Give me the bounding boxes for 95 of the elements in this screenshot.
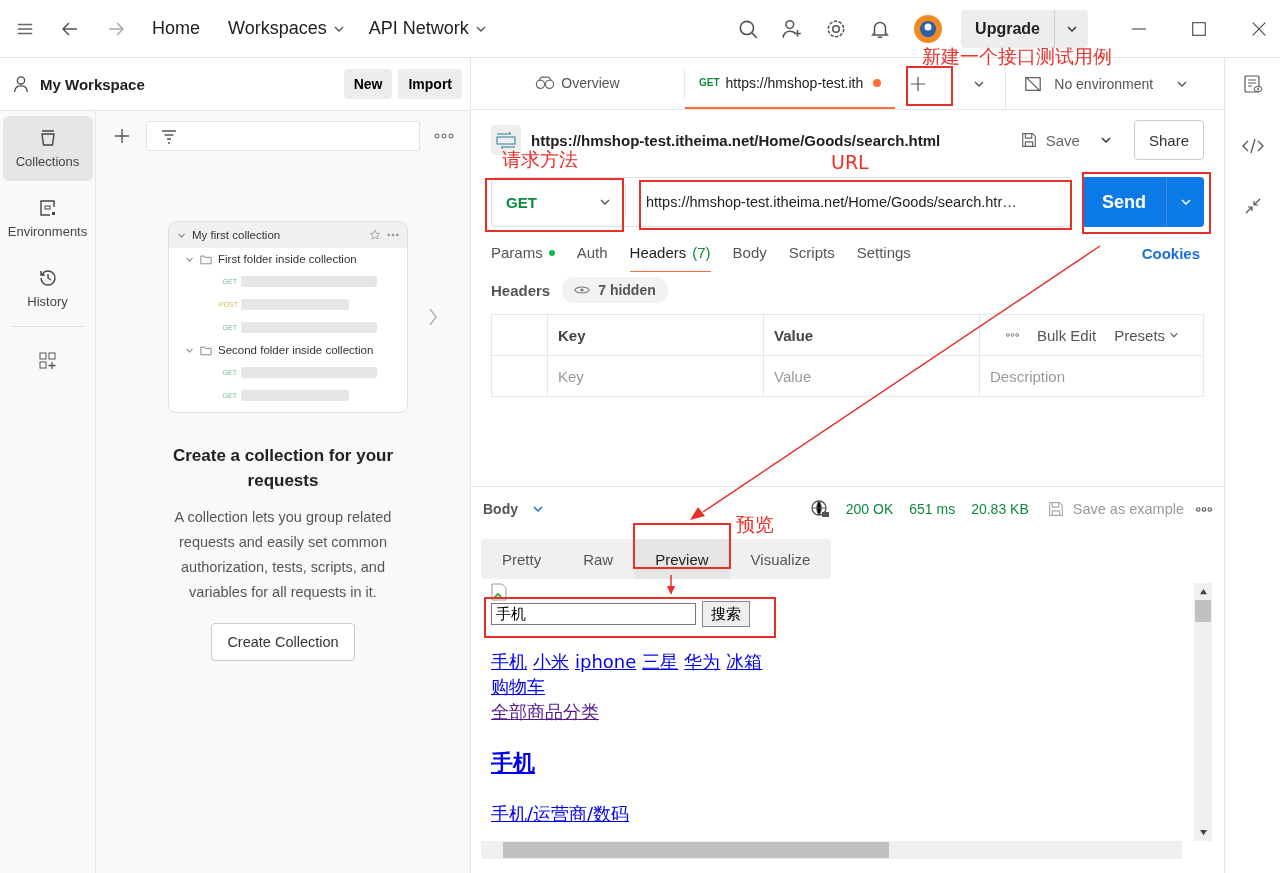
globe-lock-icon: [809, 499, 830, 519]
star-icon: [369, 229, 381, 241]
response-size: 20.83 KB: [971, 501, 1029, 517]
eye-icon: [574, 285, 591, 295]
home-link[interactable]: Home: [152, 18, 200, 39]
empty-state-title: Create a collection for your requests: [171, 445, 395, 492]
vertical-scrollbar[interactable]: [1194, 583, 1212, 841]
add-widget-icon[interactable]: [37, 351, 58, 371]
annotation-label: 预览: [736, 512, 774, 537]
binoculars-icon: [535, 75, 556, 90]
page-link[interactable]: 小米: [533, 649, 569, 674]
column-header: Value: [764, 315, 980, 355]
scroll-up-icon[interactable]: [1198, 588, 1208, 595]
request-title: https://hmshop-test.itheima.net/Home/Goods/search.html: [531, 131, 941, 149]
annotation-arrow: [667, 574, 675, 595]
bulk-edit-button[interactable]: Bulk Edit: [1037, 326, 1097, 344]
scroll-down-icon[interactable]: [1198, 829, 1208, 836]
folder-name: Second folder inside collection: [218, 344, 374, 356]
collections-rail-item[interactable]: Collections: [2, 116, 93, 181]
share-button[interactable]: Share: [1133, 120, 1204, 160]
view-tab[interactable]: Preview: [634, 539, 730, 579]
page-heading-link[interactable]: 手机: [491, 748, 535, 778]
more-options-icon[interactable]: [1006, 332, 1019, 338]
maximize-icon[interactable]: [1190, 19, 1208, 38]
request-option-tab[interactable]: Settings: [856, 234, 911, 272]
view-tab[interactable]: Visualize: [729, 539, 832, 579]
page-link[interactable]: 全部商品分类: [491, 699, 599, 724]
cookies-link[interactable]: Cookies: [1141, 244, 1200, 262]
save-button[interactable]: Save: [1019, 131, 1080, 149]
preview-document-icon[interactable]: [1242, 74, 1263, 94]
search-button[interactable]: 搜索: [702, 601, 750, 627]
more-options-icon[interactable]: [1196, 505, 1212, 513]
scroll-thumb[interactable]: [503, 842, 889, 858]
environment-icon: [37, 198, 58, 218]
horizontal-scrollbar[interactable]: [481, 841, 1182, 859]
annotation-label: URL: [831, 151, 869, 173]
save-dropdown-icon[interactable]: [1099, 134, 1112, 146]
caret-icon: [1179, 196, 1192, 208]
environments-rail-item[interactable]: Environments: [2, 186, 93, 251]
nav-menu[interactable]: API Network: [368, 18, 487, 39]
page-link[interactable]: 手机: [491, 649, 527, 674]
collapse-arrows-icon[interactable]: [1244, 198, 1261, 214]
request-option-tab[interactable]: Params: [491, 234, 555, 272]
folder-icon: [200, 344, 212, 356]
nav-menu[interactable]: Workspaces: [228, 18, 345, 39]
collection-title: My first collection: [192, 229, 281, 241]
history-icon: [37, 268, 58, 288]
view-tab[interactable]: Raw: [562, 539, 635, 579]
view-tab[interactable]: Pretty: [481, 539, 563, 579]
page-link[interactable]: 华为: [684, 649, 721, 674]
caret-icon: [1169, 330, 1180, 340]
code-icon[interactable]: [1241, 138, 1264, 154]
request-tab[interactable]: GET https://hmshop-test.ith: [685, 58, 896, 109]
new-tab-icon[interactable]: [909, 74, 928, 93]
headers-label: Headers: [491, 281, 551, 299]
no-environment-icon: [1024, 74, 1043, 93]
column-header: Key: [548, 315, 764, 355]
send-button[interactable]: Send: [1082, 177, 1166, 227]
page-link[interactable]: 手机/运营商/数码: [491, 802, 630, 826]
scroll-thumb[interactable]: [1195, 600, 1211, 622]
body-dropdown[interactable]: Body: [483, 501, 544, 517]
page-link[interactable]: 三星: [642, 649, 679, 674]
workspace-button[interactable]: New: [343, 69, 393, 99]
presets-dropdown[interactable]: Presets: [1114, 326, 1180, 344]
folder-name: First folder inside collection: [218, 253, 357, 265]
request-option-tab[interactable]: Body: [732, 234, 767, 272]
hidden-headers-toggle[interactable]: 7 hidden: [562, 277, 668, 303]
more-options-icon: [387, 232, 399, 238]
workspace-button[interactable]: Import: [398, 69, 462, 99]
page-link[interactable]: 购物车: [491, 674, 545, 699]
request-option-tab[interactable]: Scripts: [788, 234, 835, 272]
folder-icon: [200, 253, 212, 265]
search-input[interactable]: 手机: [491, 603, 696, 625]
user-icon: [12, 75, 30, 93]
response-time: 651 ms: [909, 501, 956, 517]
filter-field[interactable]: [146, 121, 420, 151]
annotation-box: [906, 66, 953, 106]
url-field[interactable]: https://hmshop-test.itheima.net/Home/Goods/search.htr…: [626, 194, 1017, 210]
avatar-icon[interactable]: [913, 13, 944, 44]
overview-tab[interactable]: Overview: [471, 68, 685, 99]
page-link[interactable]: 冰箱: [726, 649, 763, 674]
caret-icon: [532, 503, 544, 515]
request-option-tab[interactable]: Auth: [576, 234, 608, 272]
history-rail-item[interactable]: History: [2, 256, 93, 321]
more-options-icon[interactable]: [434, 132, 454, 140]
status-text: 200 OK: [845, 501, 894, 517]
annotation-label: 请求方法: [502, 148, 578, 172]
add-user-icon[interactable]: [781, 17, 804, 40]
add-icon[interactable]: [112, 126, 132, 146]
method-dropdown[interactable]: GET: [492, 185, 626, 219]
page-link[interactable]: iphone: [575, 649, 637, 674]
workspace-name: My Workspace: [40, 75, 145, 93]
create-collection-button[interactable]: Create Collection: [211, 623, 355, 661]
empty-state-text: A collection lets you group related requests and easily set common authorization, tests, scripts, and variables for all requests in it.: [173, 508, 393, 602]
request-option-tab[interactable]: Headers (7): [629, 234, 711, 272]
